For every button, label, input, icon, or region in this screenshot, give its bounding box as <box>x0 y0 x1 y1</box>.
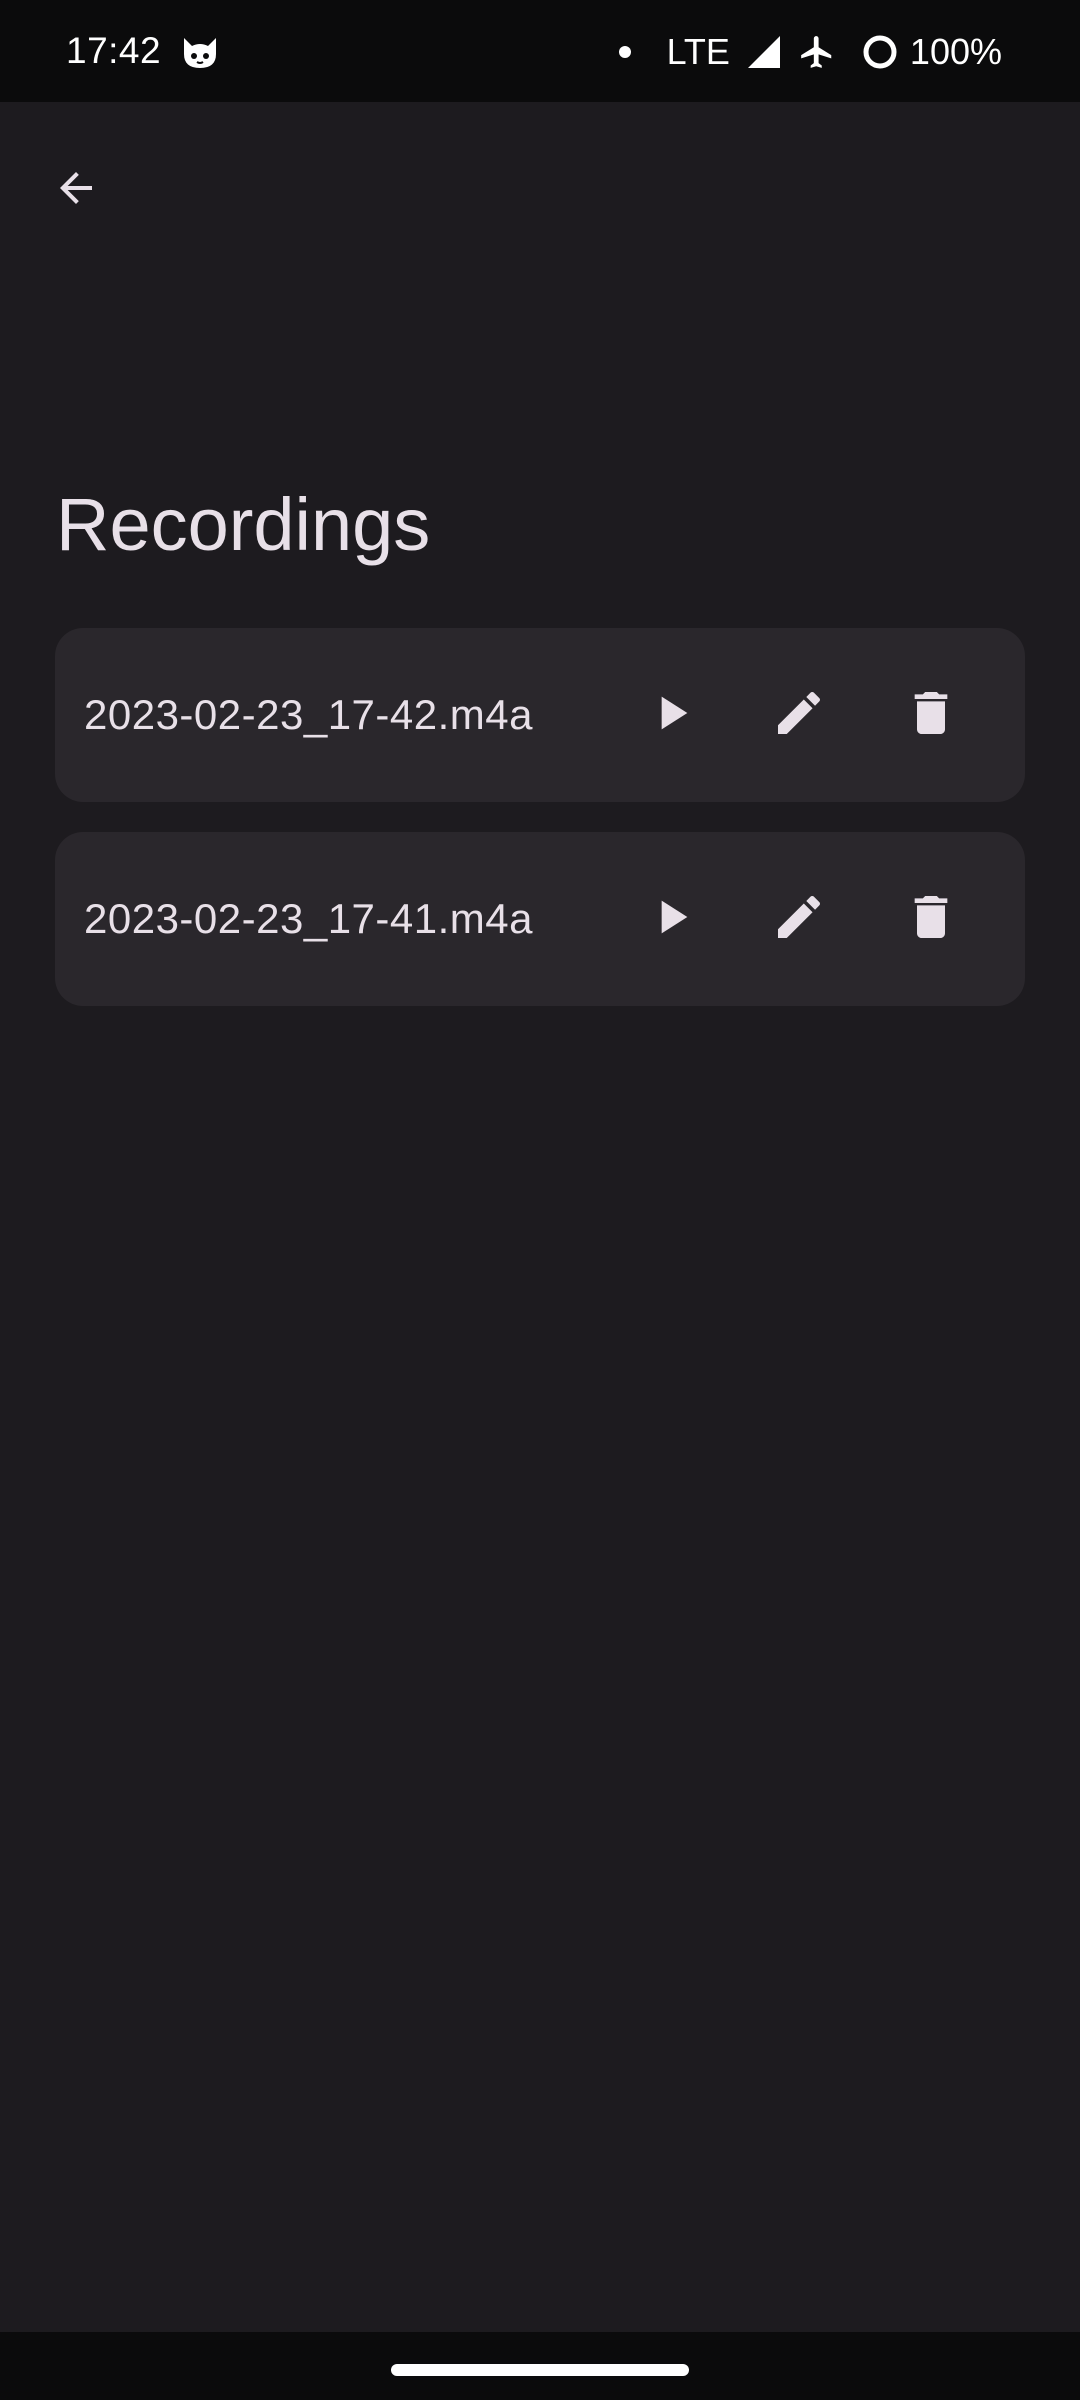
airplane-mode-icon <box>798 33 836 71</box>
notification-dot-icon <box>618 46 631 58</box>
arrow-back-icon <box>52 164 100 217</box>
delete-button[interactable] <box>883 667 979 763</box>
status-bar: 17:42 LTE 100% <box>0 0 1080 102</box>
play-button[interactable] <box>623 871 719 967</box>
edit-button[interactable] <box>751 871 847 967</box>
edit-button[interactable] <box>751 667 847 763</box>
recordings-list: 2023-02-23_17-42.m4a 2023-02-23_17-41.m4… <box>55 628 1025 1036</box>
delete-icon <box>903 685 959 746</box>
status-time: 17:42 <box>66 30 162 71</box>
play-icon <box>643 685 699 746</box>
delete-button[interactable] <box>883 871 979 967</box>
play-button[interactable] <box>623 667 719 763</box>
list-item[interactable]: 2023-02-23_17-41.m4a <box>55 832 1025 1006</box>
battery-saver-icon <box>862 34 898 70</box>
edit-icon <box>771 889 827 950</box>
battery-level: 100% <box>909 31 1002 72</box>
recordings-screen: Recordings 2023-02-23_17-42.m4a 2023-02-… <box>0 102 1080 2332</box>
list-item[interactable]: 2023-02-23_17-42.m4a <box>55 628 1025 802</box>
cat-face-icon <box>180 32 220 72</box>
delete-icon <box>903 889 959 950</box>
back-button[interactable] <box>36 150 116 230</box>
navigation-bar <box>0 2332 1080 2400</box>
recording-filename: 2023-02-23_17-41.m4a <box>84 895 533 942</box>
signal-icon <box>746 34 782 70</box>
edit-icon <box>771 685 827 746</box>
recording-filename: 2023-02-23_17-42.m4a <box>84 691 533 738</box>
play-icon <box>643 889 699 950</box>
page-title: Recordings <box>56 483 431 566</box>
network-type: LTE <box>666 31 730 72</box>
home-gesture-handle[interactable] <box>391 2364 689 2376</box>
